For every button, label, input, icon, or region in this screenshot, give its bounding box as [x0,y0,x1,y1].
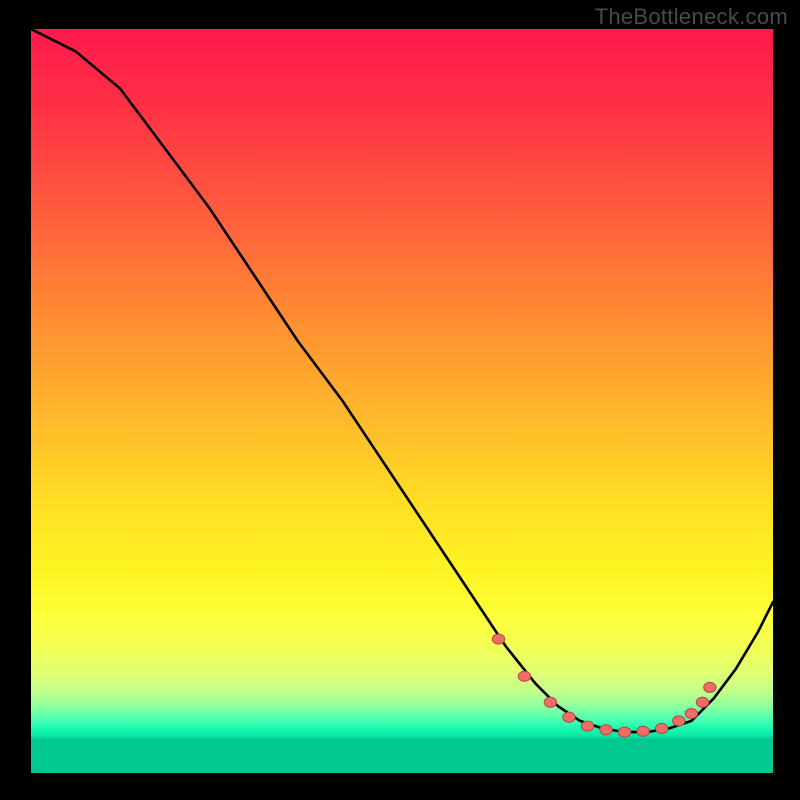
chart-frame: TheBottleneck.com [0,0,800,800]
data-marker [492,634,504,644]
data-marker [563,712,575,722]
data-marker [600,725,612,735]
chart-svg [31,29,773,773]
data-marker [581,721,593,731]
data-marker [518,671,530,681]
data-marker [544,697,556,707]
plot-area [31,29,773,773]
data-marker [618,727,630,737]
data-marker [656,723,668,733]
data-marker [704,682,716,692]
data-marker [673,716,685,726]
data-marker [637,726,649,736]
bottleneck-curve [31,29,773,732]
data-marker [685,709,697,719]
marker-group [492,634,716,737]
data-marker [696,697,708,707]
watermark-text: TheBottleneck.com [595,4,788,30]
